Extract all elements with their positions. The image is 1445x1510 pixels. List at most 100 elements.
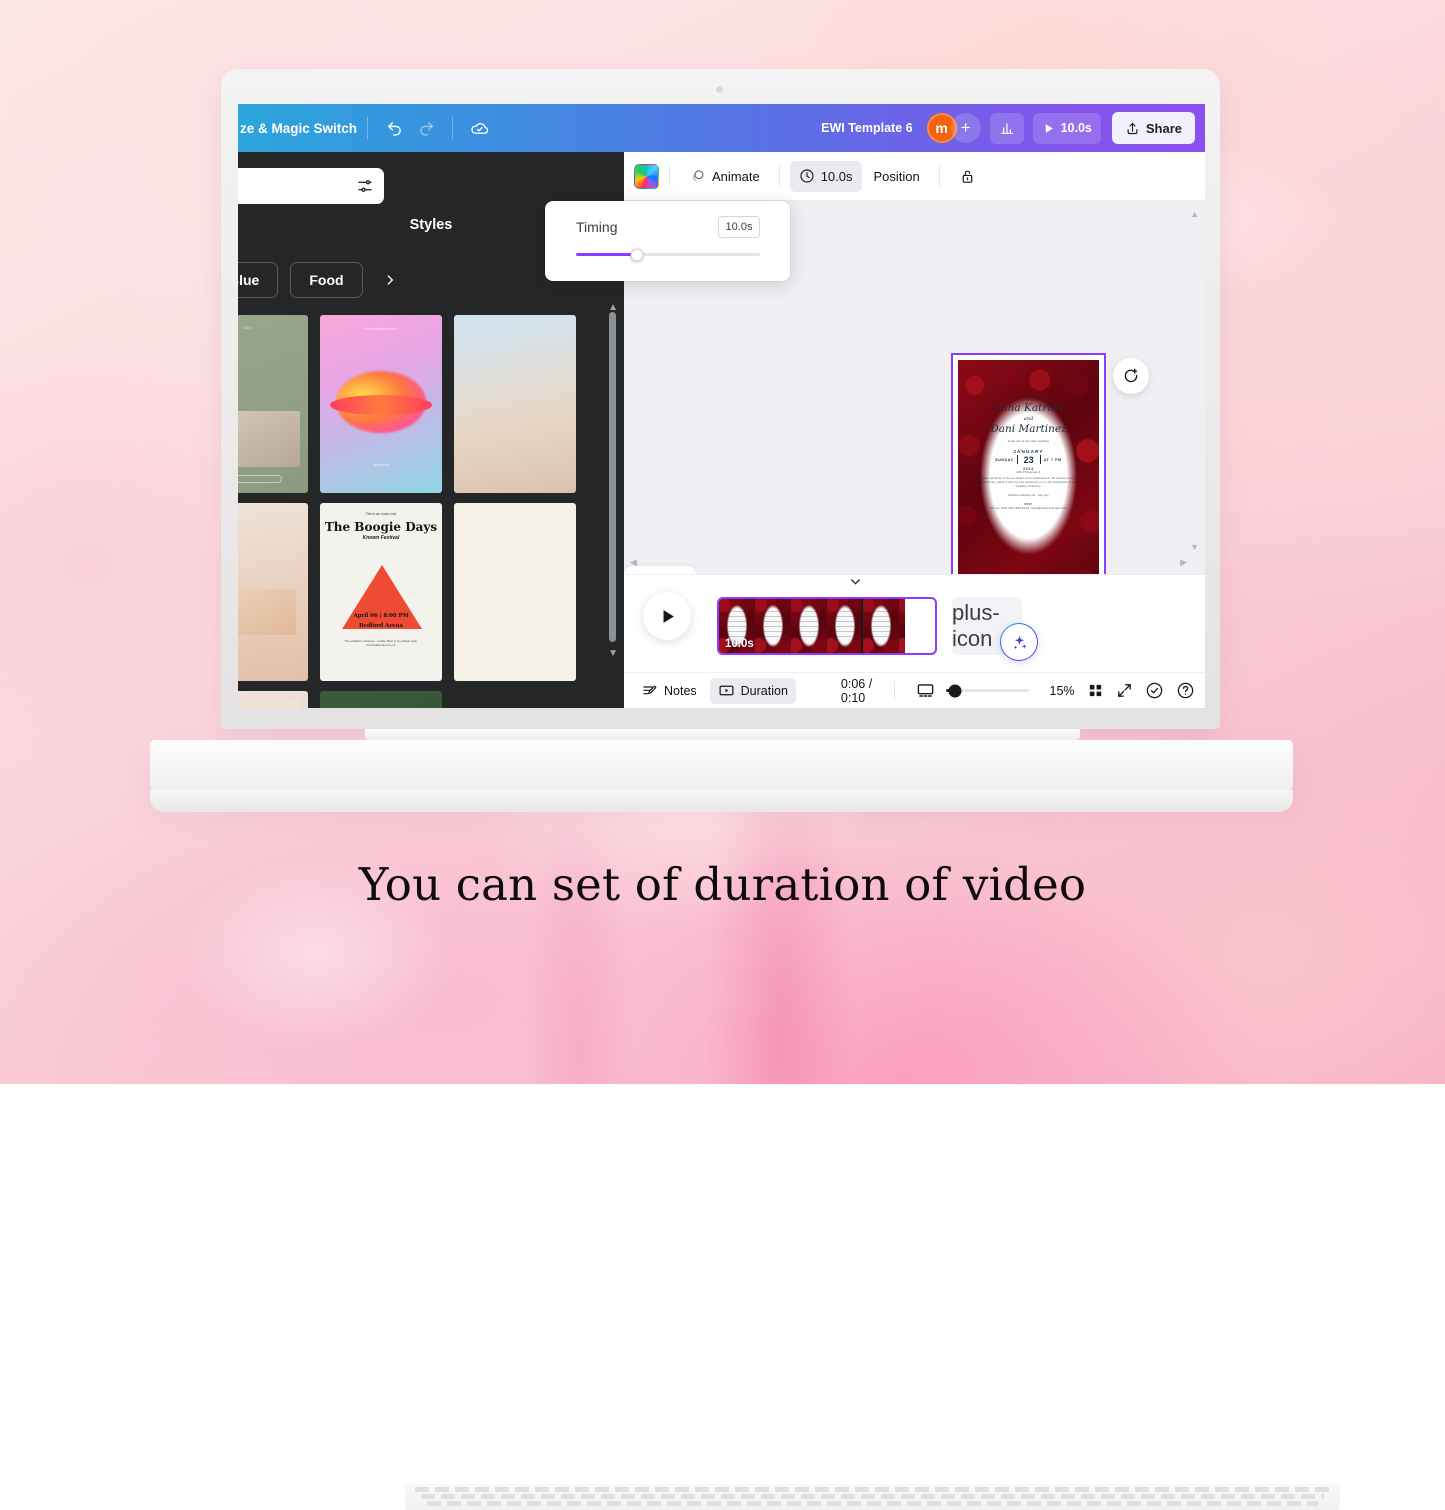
caret-down-icon[interactable]: ▼ [608, 648, 618, 659]
redo-icon[interactable] [410, 113, 442, 143]
insights-button[interactable] [990, 113, 1024, 144]
play-icon [1042, 122, 1055, 135]
invitation-month: JANUARY [978, 449, 1080, 454]
zoom-slider[interactable] [946, 689, 1029, 692]
app-top-bar: ze & Magic Switch EWI Template [238, 104, 1205, 152]
invitation-text-block: Together with their families Anna Katrin… [978, 398, 1080, 511]
caret-right-icon[interactable]: ▶ [1180, 557, 1187, 568]
position-button[interactable]: Position [865, 161, 929, 192]
timing-value-input[interactable]: 10.0s [718, 216, 760, 238]
timeline-clip-duration: 10.0s [725, 638, 754, 650]
laptop-screen: ze & Magic Switch EWI Template [238, 104, 1205, 708]
list-item[interactable]: · 2024 · lan [238, 315, 308, 493]
notes-button[interactable]: Notes [634, 678, 705, 704]
invitation-rsvp-body: Phone: 0123 456 7890 Email: hello@ewilly… [978, 507, 1080, 511]
list-item-label: lan [238, 367, 308, 387]
undo-icon[interactable] [378, 113, 410, 143]
style-chip-food[interactable]: Food [290, 262, 362, 298]
cloud-saved-icon[interactable] [463, 113, 495, 143]
share-button[interactable]: Share [1112, 112, 1195, 144]
duration-video-icon [718, 682, 735, 699]
timeline-frame [863, 599, 899, 653]
list-item[interactable] [454, 503, 576, 681]
invitation-groom-name: Dani Martinez [978, 423, 1080, 436]
invitation-date-row: SUNDAY 23 AT 7 PM [978, 455, 1080, 465]
list-item[interactable]: val [238, 503, 308, 681]
caret-up-icon[interactable]: ▲ [1190, 209, 1199, 219]
invitation-invite-line: invite you to join their wedding [978, 440, 1080, 444]
add-comment-button[interactable] [1113, 358, 1149, 394]
caret-down-icon[interactable]: ▼ [1190, 542, 1199, 552]
laptop-base [150, 740, 1293, 796]
design-artwork: Together with their families Anna Katrin… [958, 360, 1099, 574]
timeline-playhead[interactable] [861, 599, 863, 653]
rainbow-color-swatch[interactable] [634, 164, 659, 189]
position-label: Position [874, 169, 920, 184]
app-menu-title[interactable]: ze & Magic Switch [238, 121, 357, 136]
magic-studio-button[interactable] [1001, 624, 1037, 660]
poster-subtitle: Known Festival [320, 535, 442, 541]
duration-button[interactable]: 10.0s [790, 161, 862, 192]
list-item[interactable]: This is our music club The Boogie Days K… [320, 503, 442, 681]
timeline-clip[interactable]: 10.0s [717, 597, 937, 655]
present-screen-icon [916, 681, 935, 700]
list-item-label: SPRING [320, 707, 442, 708]
timing-slider-knob[interactable] [630, 248, 643, 261]
avatar-initial: m [935, 120, 947, 136]
poster-venue: Bedford Arena [320, 623, 442, 629]
animate-icon [689, 168, 706, 185]
plus-icon: + [961, 118, 971, 138]
date-divider-left [1017, 455, 1018, 464]
chevron-down-icon[interactable] [849, 575, 862, 591]
invitation-bride-name: Anna Katrina [978, 402, 1080, 415]
chevron-right-icon[interactable] [375, 262, 405, 298]
timing-label: Timing [576, 219, 618, 235]
wedding-invitation-design[interactable]: Together with their families Anna Katrin… [951, 353, 1106, 574]
timeline-clip-tail [905, 599, 935, 653]
timing-popover[interactable]: Timing 10.0s [545, 201, 790, 281]
list-item[interactable]: · new collection 2024 · shop now [320, 315, 442, 493]
share-upload-icon [1125, 121, 1140, 136]
duration-toggle-button[interactable]: Duration [710, 678, 796, 704]
list-item[interactable] [454, 315, 576, 493]
poster-title: The Boogie Days [320, 520, 442, 534]
help-button[interactable] [1176, 678, 1195, 704]
style-chip-blue[interactable]: Blue [238, 262, 278, 298]
timing-slider[interactable] [576, 253, 760, 256]
expand-fullscreen-icon [1116, 682, 1133, 699]
invitation-address: Wedding Address St., way city [978, 494, 1080, 498]
timeline-frame [827, 599, 863, 653]
add-comment-icon [1122, 367, 1140, 385]
timing-slider-fill [576, 253, 637, 256]
play-preview-button[interactable]: 10.0s [1033, 113, 1101, 144]
toolbar-divider [367, 117, 368, 139]
timeline-frame [791, 599, 827, 653]
list-item[interactable]: SPRING WATER AND SPRAY · go to fills.com [320, 691, 442, 708]
notes-icon [642, 683, 658, 699]
search-input[interactable] [238, 168, 384, 204]
style-chip-blue-label: Blue [238, 272, 259, 288]
play-duration-label: 10.0s [1061, 121, 1092, 135]
add-collaborator-button[interactable]: + [951, 113, 981, 143]
clock-icon [799, 168, 815, 184]
magic-sparkles-icon [1010, 633, 1029, 652]
laptop-palmrest [150, 790, 1293, 812]
template-thumbnail-grid: · 2024 · lan · new collection 2024 · sho… [238, 315, 606, 708]
fullscreen-button[interactable] [1116, 678, 1133, 704]
present-screen-button[interactable] [916, 678, 935, 704]
laptop-mockup: ze & Magic Switch EWI Template [0, 0, 1445, 1084]
grid-view-button[interactable] [1087, 678, 1104, 704]
timeline-play-button[interactable] [643, 592, 691, 640]
zoom-slider-knob[interactable] [948, 684, 961, 697]
document-title[interactable]: EWI Template 6 [821, 121, 912, 135]
style-chip-food-label: Food [309, 272, 343, 288]
list-item[interactable] [238, 691, 308, 708]
animate-button[interactable]: Animate [680, 161, 769, 192]
panel-scrollbar[interactable] [609, 312, 616, 642]
check-circle-button[interactable] [1145, 678, 1164, 704]
lock-button[interactable] [950, 161, 985, 192]
animate-label: Animate [712, 169, 760, 184]
invitation-body: Kindest moments in life are meant to be … [978, 477, 1080, 489]
toolbar-divider-2 [452, 117, 453, 139]
zoom-percent-label[interactable]: 15% [1050, 684, 1075, 698]
